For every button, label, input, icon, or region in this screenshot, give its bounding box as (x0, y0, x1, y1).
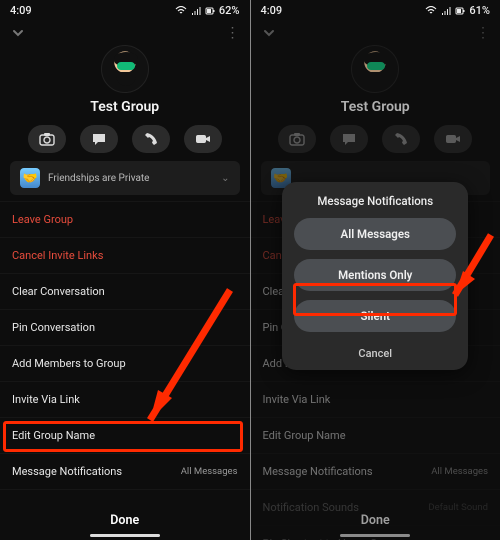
wifi-icon (175, 6, 187, 16)
camera-button[interactable] (28, 125, 66, 153)
group-avatar[interactable] (101, 45, 149, 93)
menu-add-members[interactable]: Add Members to Group (0, 345, 250, 381)
handshake-icon: 🤝 (20, 168, 40, 188)
home-indicator (90, 534, 160, 537)
modal-option-silent[interactable]: Silent (294, 300, 456, 332)
menu-leave-group[interactable]: Leave Group (0, 201, 250, 237)
more-icon[interactable]: ⋮ (226, 25, 240, 41)
group-header: Test Group (251, 45, 500, 115)
status-time: 4:09 (261, 4, 283, 17)
status-battery: 62% (219, 4, 240, 17)
home-indicator (340, 534, 410, 537)
modal-title: Message Notifications (294, 194, 456, 208)
menu-cancel-invite-links[interactable]: Cancel Invite Links (0, 237, 250, 273)
header-row: ⋮ (0, 19, 250, 43)
group-avatar (351, 45, 399, 93)
status-bar: 4:09 61% (251, 0, 500, 19)
menu-edit-group-name: Edit Group Name (251, 417, 500, 453)
menu-invite-via-link[interactable]: Invite Via Link (0, 381, 250, 417)
status-bar: 4:09 62% (0, 0, 250, 19)
modal-option-mentions[interactable]: Mentions Only (294, 259, 456, 291)
chevron-down-icon: ⌄ (221, 173, 229, 184)
more-icon[interactable]: ⋮ (476, 25, 490, 41)
phone-right: 4:09 61% ⋮ Test Group 🤝 (251, 0, 500, 540)
chat-button (330, 125, 368, 153)
group-header: Test Group (0, 45, 250, 115)
signal-icon (191, 6, 201, 16)
video-button[interactable] (184, 125, 222, 153)
status-battery: 61% (469, 4, 490, 17)
group-title: Test Group (0, 99, 250, 115)
private-card[interactable]: 🤝 Friendships are Private ⌄ (10, 161, 240, 195)
menu-list: Leave Group Cancel Invite Links Clear Co… (0, 201, 250, 540)
done-button[interactable]: Done (0, 501, 250, 540)
video-button (434, 125, 472, 153)
private-text: Friendships are Private (48, 173, 149, 184)
call-button[interactable] (132, 125, 170, 153)
menu-clear-conversation[interactable]: Clear Conversation (0, 273, 250, 309)
modal-cancel[interactable]: Cancel (294, 341, 456, 362)
collapse-icon[interactable] (10, 25, 26, 41)
phone-left: 4:09 62% ⋮ Test Group 🤝 (0, 0, 250, 540)
done-button: Done (251, 501, 500, 540)
action-row (0, 125, 250, 153)
status-time: 4:09 (10, 4, 32, 17)
menu-message-notifications[interactable]: Message NotificationsAll Messages (0, 453, 250, 489)
header-row: ⋮ (251, 19, 500, 43)
menu-invite-via-link: Invite Via Link (251, 381, 500, 417)
signal-icon (441, 6, 451, 16)
battery-icon (455, 6, 465, 16)
action-row (251, 125, 500, 153)
status-right: 62% (175, 4, 240, 17)
battery-icon (205, 6, 215, 16)
camera-button (278, 125, 316, 153)
status-right: 61% (425, 4, 490, 17)
menu-edit-group-name[interactable]: Edit Group Name (0, 417, 250, 453)
wifi-icon (425, 6, 437, 16)
collapse-icon[interactable] (261, 25, 277, 41)
group-title: Test Group (251, 99, 500, 115)
menu-message-notifications: Message NotificationsAll Messages (251, 453, 500, 489)
notifications-modal: Message Notifications All Messages Menti… (282, 182, 468, 370)
modal-option-all[interactable]: All Messages (294, 218, 456, 250)
chat-button[interactable] (80, 125, 118, 153)
call-button (382, 125, 420, 153)
menu-pin-conversation[interactable]: Pin Conversation (0, 309, 250, 345)
